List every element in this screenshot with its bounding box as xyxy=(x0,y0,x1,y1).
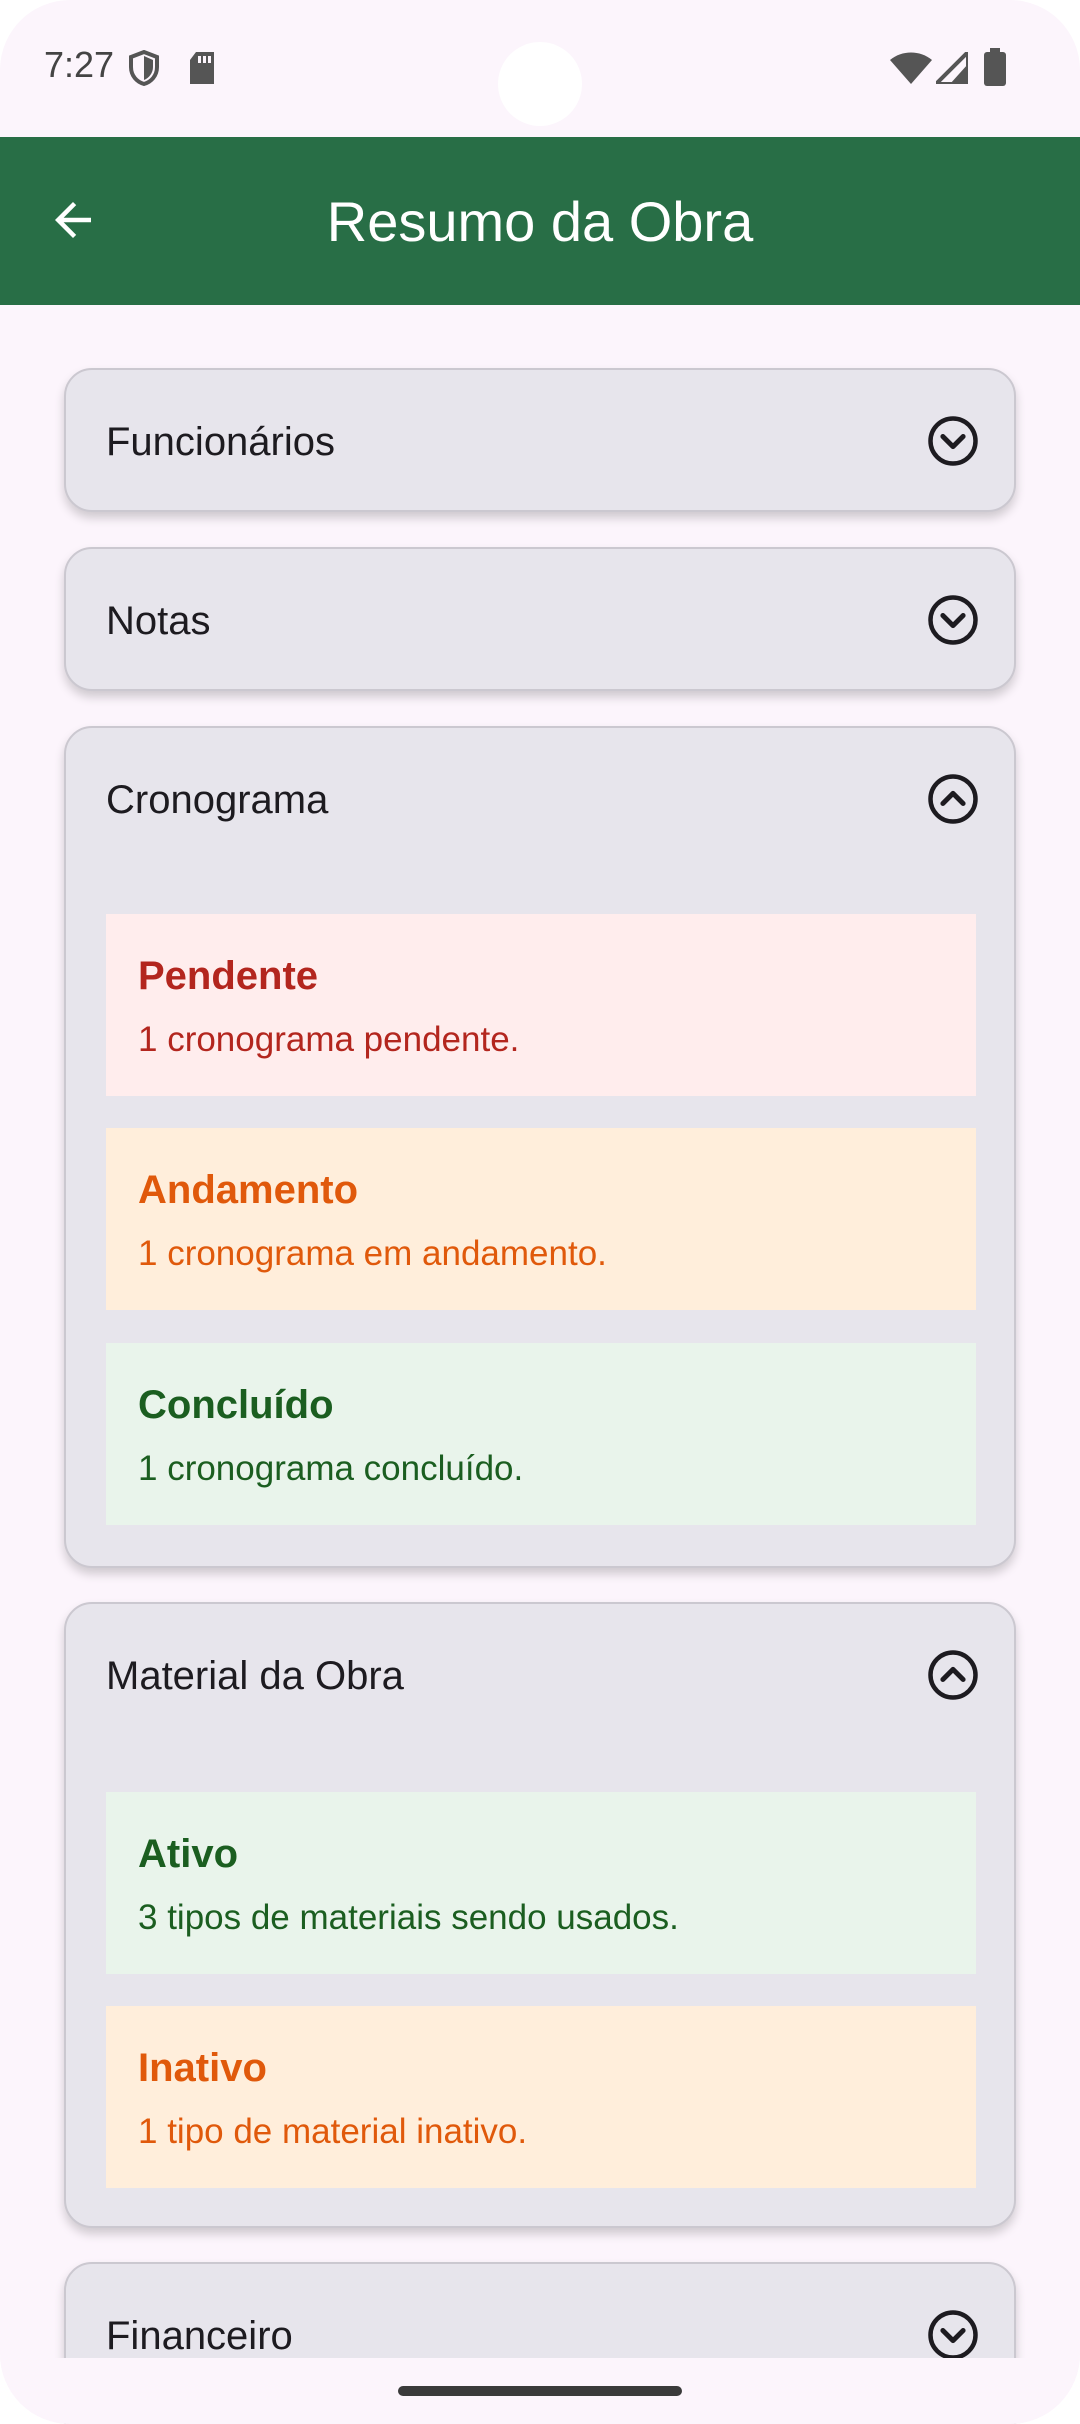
page-title: Resumo da Obra xyxy=(326,190,754,253)
chevron-up-icon[interactable] xyxy=(926,1648,980,1702)
status-item-concluido: Concluído 1 cronograma concluído. xyxy=(106,1343,976,1525)
device-screen: 7:27 Resumo da Obra Funcionários Notas C… xyxy=(0,0,1080,2424)
status-item-title: Ativo xyxy=(138,1832,238,1876)
battery-icon xyxy=(984,48,1006,86)
status-item-title: Inativo xyxy=(138,2046,267,2090)
section-card-notas: Notas xyxy=(64,547,1016,691)
status-item-title: Andamento xyxy=(138,1168,358,1212)
status-item-description: 1 cronograma pendente. xyxy=(138,1020,520,1059)
section-title: Funcionários xyxy=(106,420,336,464)
chevron-down-icon[interactable] xyxy=(926,414,980,468)
shield-icon xyxy=(129,50,159,86)
section-card-funcionarios: Funcionários xyxy=(64,368,1016,512)
home-indicator[interactable] xyxy=(398,2386,682,2396)
section-title: Financeiro xyxy=(106,2314,293,2358)
status-item-title: Concluído xyxy=(138,1383,334,1427)
section-card-cronograma: Cronograma Pendente 1 cronograma pendent… xyxy=(64,726,1016,1568)
sd-card-icon xyxy=(190,52,214,84)
chevron-down-icon[interactable] xyxy=(926,2308,980,2362)
section-header-cronograma[interactable]: Cronograma xyxy=(66,728,1014,870)
signal-icon xyxy=(936,52,968,84)
status-bar: 7:27 xyxy=(0,0,1080,136)
section-header-material-da-obra[interactable]: Material da Obra xyxy=(66,1604,1014,1746)
status-item-description: 3 tipos de materiais sendo usados. xyxy=(138,1898,679,1937)
app-bar: Resumo da Obra xyxy=(0,137,1080,305)
section-title: Notas xyxy=(106,599,211,643)
section-header-notas[interactable]: Notas xyxy=(66,549,1014,691)
wifi-icon xyxy=(890,52,932,84)
section-title: Material da Obra xyxy=(106,1654,404,1698)
status-item-description: 1 cronograma concluído. xyxy=(138,1449,524,1488)
section-title: Cronograma xyxy=(106,778,329,822)
status-item-title: Pendente xyxy=(138,954,319,998)
chevron-down-icon[interactable] xyxy=(926,593,980,647)
section-header-funcionarios[interactable]: Funcionários xyxy=(66,370,1014,512)
status-item-pendente: Pendente 1 cronograma pendente. xyxy=(106,914,976,1096)
status-item-andamento: Andamento 1 cronograma em andamento. xyxy=(106,1128,976,1310)
chevron-up-icon[interactable] xyxy=(926,772,980,826)
camera-cutout xyxy=(498,42,582,126)
section-card-material-da-obra: Material da Obra Ativo 3 tipos de materi… xyxy=(64,1602,1016,2228)
status-item-description: 1 cronograma em andamento. xyxy=(138,1234,607,1273)
status-time: 7:27 xyxy=(44,44,115,85)
status-item-ativo: Ativo 3 tipos de materiais sendo usados. xyxy=(106,1792,976,1974)
status-item-description: 1 tipo de material inativo. xyxy=(138,2112,528,2151)
status-item-inativo: Inativo 1 tipo de material inativo. xyxy=(106,2006,976,2188)
